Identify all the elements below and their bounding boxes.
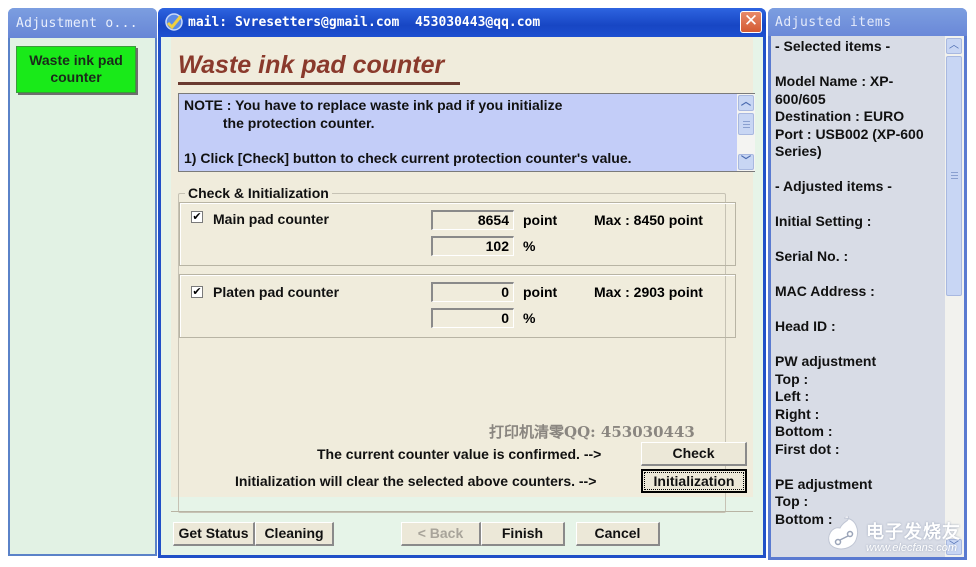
platen-pad-point-field: 0 xyxy=(431,282,514,302)
platen-pad-label: Platen pad counter xyxy=(213,284,340,300)
adjusted-item-line: Top : xyxy=(775,370,809,387)
main-pad-label: Main pad counter xyxy=(213,211,329,227)
note-textbox[interactable]: NOTE : You have to replace waste ink pad… xyxy=(178,93,755,172)
scroll-thumb[interactable] xyxy=(738,113,754,135)
initialization-button[interactable]: Initialization xyxy=(641,469,747,493)
initialization-message: Initialization will clear the selected a… xyxy=(235,473,597,489)
adjusted-items-scrollbar[interactable]: ︿ ﹀ xyxy=(945,36,964,557)
scroll-up-button[interactable]: ︿ xyxy=(738,95,754,111)
back-button[interactable]: < Back xyxy=(401,522,481,546)
main-pad-max: Max : 8450 point xyxy=(594,212,703,228)
note-line-3: 1) Click [Check] button to check current… xyxy=(184,150,632,166)
close-button[interactable]: ✕ xyxy=(740,11,762,33)
scroll-down-button[interactable]: ﹀ xyxy=(738,154,754,170)
right-scroll-down-button[interactable]: ﹀ xyxy=(946,539,962,555)
adjustment-panel: Adjustment o... Waste ink pad counter xyxy=(8,8,157,556)
heading-underline xyxy=(178,82,460,85)
adjusted-item-line: Left : xyxy=(775,388,810,404)
note-line-2: the protection counter. xyxy=(184,115,375,131)
adjusted-item-line: PE adjustment xyxy=(775,475,873,492)
main-pad-point-field: 8654 xyxy=(431,210,514,230)
adjustment-panel-title: Adjustment o... xyxy=(8,8,157,38)
platen-pad-percent-unit: % xyxy=(523,310,536,326)
cleaning-button[interactable]: Cleaning xyxy=(255,522,334,546)
get-status-button[interactable]: Get Status xyxy=(173,522,255,546)
platen-pad-checkbox[interactable]: ✔ xyxy=(191,286,203,298)
adjusted-item-line xyxy=(775,266,943,284)
window-title: mail: Svresetters@gmail.com 453030443@qq… xyxy=(188,15,541,30)
adjusted-items-title: Adjusted items xyxy=(768,8,967,36)
adjusted-item-line xyxy=(775,196,943,214)
chevron-down-icon: ﹀ xyxy=(741,156,751,167)
adjusted-item-line xyxy=(775,336,943,354)
adjusted-item-line xyxy=(775,458,943,476)
adjusted-item-line: Bottom : xyxy=(775,423,833,439)
adjusted-item-line xyxy=(775,161,943,179)
adjusted-item-line: Port : USB002 (XP-600 Series) xyxy=(775,125,928,160)
adjusted-item-line: - Selected items - xyxy=(775,38,891,54)
adjusted-item-line: Right : xyxy=(775,405,820,422)
finish-button[interactable]: Finish xyxy=(481,522,565,546)
note-line-1: NOTE : You have to replace waste ink pad… xyxy=(184,97,563,113)
chevron-up-icon: ︿ xyxy=(741,97,751,108)
adjusted-item-line: Model Name : XP-600/605 xyxy=(775,73,894,107)
platen-pad-max: Max : 2903 point xyxy=(594,284,703,300)
waste-ink-pad-counter-item[interactable]: Waste ink pad counter xyxy=(16,46,136,93)
adjusted-item-line: First dot : xyxy=(775,440,840,457)
cancel-button[interactable]: Cancel xyxy=(576,522,660,546)
adjusted-item-line: Serial No. : xyxy=(775,248,849,264)
adjusted-items-panel: Adjusted items - Selected items - Model N… xyxy=(768,8,967,560)
adjusted-item-line: - Adjusted items - xyxy=(775,178,892,194)
adjusted-item-line: Head ID : xyxy=(775,318,836,334)
page-heading: Waste ink pad counter xyxy=(178,51,445,79)
note-scrollbar[interactable]: ︿ ﹀ xyxy=(737,94,755,171)
check-message: The current counter value is confirmed. … xyxy=(317,446,602,462)
platen-pad-point-unit: point xyxy=(523,284,558,300)
main-pad-point-unit: point xyxy=(523,212,558,228)
platen-pad-percent-field: 0 xyxy=(431,308,514,328)
right-scroll-up-button[interactable]: ︿ xyxy=(946,38,962,54)
adjusted-item-line xyxy=(775,231,943,249)
main-pad-percent-field: 102 xyxy=(431,236,514,256)
main-pad-percent-unit: % xyxy=(523,238,536,254)
main-pad-counter-panel: ✔ Main pad counter 8654 point Max : 8450… xyxy=(179,202,736,266)
adjusted-item-line xyxy=(775,301,943,319)
adjusted-item-line xyxy=(775,56,943,74)
main-window: mail: Svresetters@gmail.com 453030443@qq… xyxy=(158,8,766,558)
check-button[interactable]: Check xyxy=(641,442,747,466)
content-area: Waste ink pad counter NOTE : You have to… xyxy=(171,37,755,513)
group-label: Check & Initialization xyxy=(185,185,332,201)
adjusted-item-line: Bottom : xyxy=(775,510,833,527)
main-pad-checkbox[interactable]: ✔ xyxy=(191,211,203,223)
adjusted-items-list: - Selected items - Model Name : XP-600/60… xyxy=(775,38,943,528)
adjusted-item-line: MAC Address : xyxy=(775,283,875,299)
close-icon: ✕ xyxy=(743,11,759,31)
adjusted-item-line: PW adjustment xyxy=(775,353,877,369)
qq-watermark: 打印机清零QQ: 453030443 xyxy=(489,423,695,441)
adjusted-item-line: Initial Setting : xyxy=(775,213,872,229)
chevron-down-icon: ﹀ xyxy=(949,541,959,552)
app-icon xyxy=(165,13,183,31)
chevron-up-icon: ︿ xyxy=(949,40,959,51)
footer-separator xyxy=(171,511,753,512)
right-scroll-thumb[interactable] xyxy=(946,56,962,296)
adjusted-item-line: Destination : EURO xyxy=(775,108,905,124)
title-bar: mail: Svresetters@gmail.com 453030443@qq… xyxy=(158,8,766,37)
adjusted-item-line: Top : xyxy=(775,493,809,509)
platen-pad-counter-panel: ✔ Platen pad counter 0 point Max : 2903 … xyxy=(179,274,736,338)
